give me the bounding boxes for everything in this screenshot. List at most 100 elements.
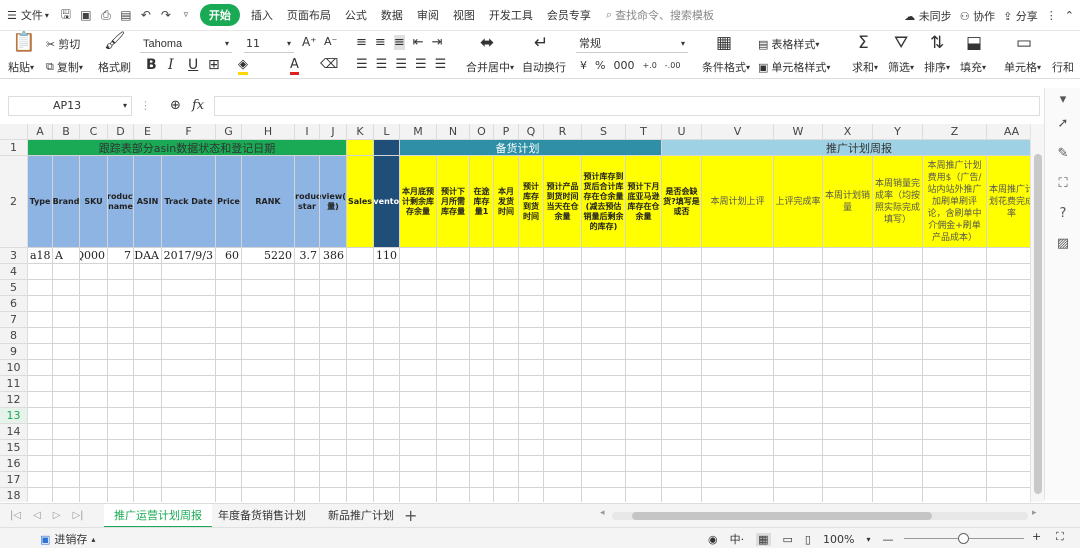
empty-cell[interactable]	[519, 488, 544, 502]
empty-cell[interactable]	[626, 408, 662, 424]
empty-cell[interactable]	[519, 296, 544, 312]
empty-cell[interactable]	[823, 312, 873, 328]
column-header[interactable]: K	[347, 124, 374, 140]
empty-cell[interactable]	[242, 472, 295, 488]
empty-cell[interactable]	[823, 296, 873, 312]
column-title[interactable]: RANK	[242, 156, 295, 248]
empty-cell[interactable]	[320, 488, 347, 502]
empty-cell[interactable]	[80, 280, 108, 296]
empty-cell[interactable]	[134, 456, 162, 472]
export-pdf-icon[interactable]: ▣	[78, 7, 94, 23]
empty-cell[interactable]	[374, 488, 400, 502]
column-title[interactable]: 本周销量完成率（均按照实际完成填写）	[873, 156, 923, 248]
empty-cell[interactable]	[216, 328, 242, 344]
table-cell[interactable]	[400, 248, 437, 264]
empty-cell[interactable]	[108, 280, 134, 296]
empty-cell[interactable]	[544, 280, 582, 296]
empty-cell[interactable]	[774, 488, 823, 502]
tab-data[interactable]: 数据	[374, 4, 410, 26]
empty-cell[interactable]	[216, 408, 242, 424]
empty-cell[interactable]	[53, 328, 80, 344]
empty-cell[interactable]	[702, 392, 774, 408]
empty-cell[interactable]	[494, 392, 519, 408]
empty-cell[interactable]	[923, 472, 987, 488]
empty-cell[interactable]	[134, 440, 162, 456]
empty-cell[interactable]	[437, 456, 470, 472]
column-title[interactable]: Price	[216, 156, 242, 248]
print-preview-icon[interactable]: ▤	[118, 7, 134, 23]
sort-icon[interactable]: ⇅	[930, 33, 944, 53]
table-cell[interactable]	[923, 248, 987, 264]
empty-cell[interactable]	[437, 392, 470, 408]
empty-cell[interactable]	[519, 360, 544, 376]
empty-cell[interactable]	[400, 408, 437, 424]
empty-cell[interactable]	[662, 296, 702, 312]
empty-cell[interactable]	[662, 392, 702, 408]
empty-cell[interactable]	[437, 408, 470, 424]
empty-cell[interactable]	[519, 264, 544, 280]
empty-cell[interactable]	[216, 488, 242, 502]
empty-cell[interactable]	[295, 472, 320, 488]
empty-cell[interactable]	[53, 360, 80, 376]
empty-cell[interactable]	[923, 328, 987, 344]
empty-cell[interactable]	[216, 376, 242, 392]
column-title[interactable]: 本周计划销量	[823, 156, 873, 248]
spreadsheet-grid[interactable]: ABCDEFGHIJKLMNOPQRSTUVWXYZAAA12345678910…	[0, 124, 1030, 502]
empty-cell[interactable]	[437, 296, 470, 312]
cell-style-button[interactable]: ▣ 单元格样式 ▾	[758, 59, 830, 75]
empty-cell[interactable]	[626, 440, 662, 456]
empty-cell[interactable]	[774, 280, 823, 296]
section-header[interactable]: 推广计划周报	[662, 140, 1030, 156]
empty-cell[interactable]	[544, 424, 582, 440]
empty-cell[interactable]	[437, 488, 470, 502]
bold-button[interactable]: B	[146, 57, 157, 73]
table-cell[interactable]	[626, 248, 662, 264]
empty-cell[interactable]	[470, 376, 494, 392]
save-icon[interactable]: 🖫	[58, 7, 74, 23]
empty-cell[interactable]	[470, 328, 494, 344]
empty-cell[interactable]	[494, 296, 519, 312]
empty-cell[interactable]	[400, 376, 437, 392]
empty-cell[interactable]	[823, 392, 873, 408]
empty-cell[interactable]	[582, 376, 626, 392]
table-cell[interactable]	[347, 248, 374, 264]
empty-cell[interactable]	[494, 280, 519, 296]
currency-icon[interactable]: ¥	[580, 59, 587, 72]
empty-cell[interactable]	[53, 488, 80, 502]
empty-cell[interactable]	[470, 440, 494, 456]
empty-cell[interactable]	[400, 424, 437, 440]
empty-cell[interactable]	[216, 296, 242, 312]
column-header[interactable]: Z	[923, 124, 987, 140]
empty-cell[interactable]	[544, 440, 582, 456]
empty-cell[interactable]	[662, 344, 702, 360]
empty-cell[interactable]	[242, 488, 295, 502]
empty-cell[interactable]	[470, 472, 494, 488]
empty-cell[interactable]	[519, 280, 544, 296]
border-icon[interactable]: ⊞	[208, 57, 220, 73]
empty-cell[interactable]	[519, 440, 544, 456]
empty-cell[interactable]	[494, 472, 519, 488]
indent-decrease-icon[interactable]: ⇤	[413, 35, 424, 50]
empty-cell[interactable]	[374, 328, 400, 344]
empty-cell[interactable]	[162, 376, 216, 392]
empty-cell[interactable]	[400, 264, 437, 280]
table-cell[interactable]: a18	[28, 248, 53, 264]
empty-cell[interactable]	[347, 376, 374, 392]
paste-button[interactable]: 📋	[12, 33, 36, 52]
column-header[interactable]: J	[320, 124, 347, 140]
empty-cell[interactable]	[295, 344, 320, 360]
empty-cell[interactable]	[295, 296, 320, 312]
empty-cell[interactable]	[53, 424, 80, 440]
column-title[interactable]: Sales	[347, 156, 374, 248]
thousands-icon[interactable]: 000	[613, 59, 634, 72]
empty-cell[interactable]	[702, 280, 774, 296]
empty-cell[interactable]	[774, 424, 823, 440]
empty-cell[interactable]	[494, 488, 519, 502]
empty-cell[interactable]	[320, 264, 347, 280]
empty-cell[interactable]	[53, 312, 80, 328]
empty-cell[interactable]	[374, 312, 400, 328]
column-header[interactable]: H	[242, 124, 295, 140]
empty-cell[interactable]	[53, 280, 80, 296]
empty-cell[interactable]	[873, 408, 923, 424]
empty-cell[interactable]	[80, 488, 108, 502]
